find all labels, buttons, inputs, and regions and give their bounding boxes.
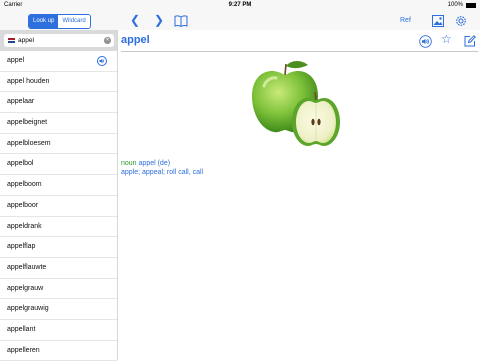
audio-icon[interactable] — [97, 56, 107, 66]
back-arrow-icon[interactable]: ❮ — [130, 13, 140, 28]
list-item[interactable]: appellant — [0, 320, 117, 341]
ref-button[interactable]: Ref — [400, 15, 411, 26]
list-item[interactable]: appel — [0, 51, 117, 72]
segment-look-up[interactable]: Look up — [29, 15, 59, 28]
list-item[interactable]: appelbol — [0, 154, 117, 176]
toolbar: Look up Wildcard ❮ ❯ Ref — [0, 11, 480, 30]
netherlands-flag-icon[interactable] — [8, 38, 15, 43]
search-box: ✕ — [4, 34, 114, 47]
list-item[interactable]: appeldrank — [0, 217, 117, 238]
header-divider — [121, 51, 478, 52]
entry-headword: appel — [121, 34, 150, 46]
list-item[interactable]: appelgrauwig — [0, 299, 117, 320]
word-list: appel appel houden appelaar appelbeignet… — [0, 51, 117, 361]
sidebar: ✕ appel appel houden appelaar appelbeign… — [0, 30, 118, 361]
list-item[interactable]: appelleren — [0, 341, 117, 361]
battery-icon — [466, 3, 476, 8]
entry-translation: apple; appeal; roll call, call — [121, 169, 204, 176]
status-time: 9:27 PM — [228, 2, 252, 8]
forward-arrow-icon[interactable]: ❯ — [154, 13, 164, 28]
search-bar: ✕ — [0, 30, 117, 51]
green-apple-image — [248, 60, 348, 181]
list-item[interactable]: appelboom — [0, 175, 117, 196]
entry-definition: noun appel (de) apple; appeal; roll call… — [121, 159, 203, 177]
entry-lemma[interactable]: appel (de) — [139, 160, 171, 167]
clear-icon[interactable]: ✕ — [104, 37, 111, 44]
list-item[interactable]: appelboor — [0, 196, 117, 217]
status-bar: Carrier 9:27 PM 100% — [0, 0, 480, 11]
list-item[interactable]: appelbloesem — [0, 134, 117, 155]
star-icon[interactable]: ☆ — [441, 33, 452, 46]
part-of-speech: noun — [121, 160, 137, 167]
list-item[interactable]: appelaar — [0, 92, 117, 114]
edit-icon[interactable] — [464, 34, 476, 52]
battery-percentage: 100% — [447, 2, 463, 8]
entry-detail: appel ☆ noun appel (de) apple; appeal; r… — [118, 30, 480, 360]
list-item[interactable]: appelgrauw — [0, 279, 117, 300]
search-input[interactable] — [18, 34, 98, 47]
segment-wildcard[interactable]: Wildcard — [58, 15, 90, 28]
list-item[interactable]: appelbeignet — [0, 113, 117, 134]
list-item[interactable]: appelflap — [0, 237, 117, 258]
list-item[interactable]: appelflauwte — [0, 258, 117, 279]
mode-segmented-control: Look up Wildcard — [28, 14, 91, 29]
list-item[interactable]: appel houden — [0, 72, 117, 93]
